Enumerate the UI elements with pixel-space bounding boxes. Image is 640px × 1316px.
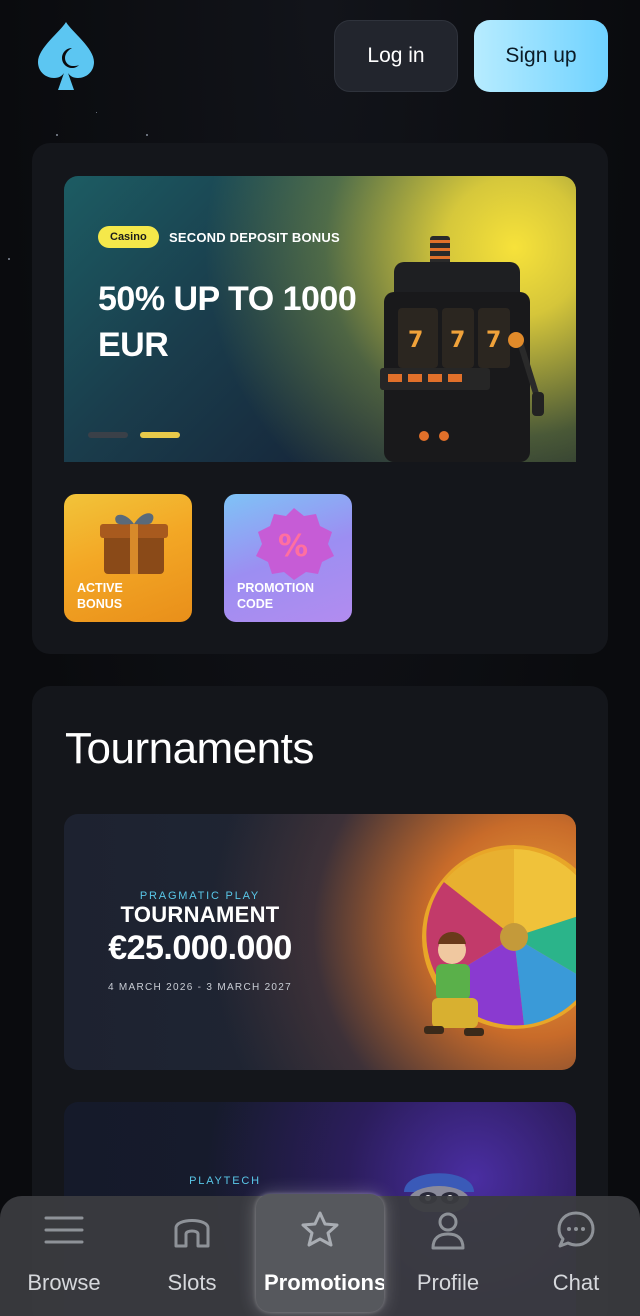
promotions-page: Log in Sign up Casino SECOND DEPOSIT BON… — [0, 0, 640, 1316]
percent-badge-icon: % — [256, 508, 334, 580]
login-button[interactable]: Log in — [334, 20, 458, 92]
category-badge: Casino — [98, 226, 159, 248]
svg-text:7: 7 — [408, 328, 423, 353]
nav-promotions-label: Promotions — [264, 1270, 384, 1295]
promo-title: 50% UP TO 1000 EUR — [98, 280, 357, 364]
tournament-dates: 4 MARCH 2026 - 3 MARCH 2027 — [107, 982, 293, 993]
nav-slots[interactable]: Slots — [128, 1196, 256, 1316]
slot-machine-icon: 7 7 7 — [380, 236, 544, 462]
svg-text:%: % — [278, 529, 308, 564]
svg-text:7: 7 — [450, 328, 465, 353]
gift-box-icon — [100, 513, 168, 574]
promotions-card: Casino SECOND DEPOSIT BONUS 50% UP TO 10… — [32, 143, 608, 654]
star-decoration — [56, 134, 58, 136]
promo-subtitle: SECOND DEPOSIT BONUS — [169, 230, 340, 245]
star-icon — [301, 1211, 339, 1247]
promotion-code-label: PROMOTION CODE — [237, 581, 315, 611]
nav-slots-label: Slots — [167, 1270, 217, 1295]
prize-wheel-icon — [422, 845, 576, 1036]
signup-button[interactable]: Sign up — [474, 20, 608, 92]
nav-browse[interactable]: Browse — [0, 1196, 128, 1316]
tournament-provider: PLAYTECH — [189, 1175, 261, 1187]
tournament-provider: PRAGMATIC PLAY — [139, 890, 261, 902]
nav-promotions[interactable]: Promotions — [256, 1196, 384, 1316]
header: Log in Sign up — [0, 0, 640, 112]
carousel-dot-active[interactable] — [140, 432, 180, 438]
promotion-code-tile[interactable]: % PROMOTION CODE — [224, 494, 352, 622]
star-decoration — [146, 134, 148, 136]
star-decoration — [96, 112, 97, 113]
tournament-prize: €25.000.000 — [108, 929, 292, 967]
menu-icon — [44, 1216, 84, 1244]
promo-banner[interactable]: Casino SECOND DEPOSIT BONUS 50% UP TO 10… — [64, 176, 576, 462]
active-bonus-label: ACTIVE BONUS — [77, 581, 123, 611]
active-bonus-tile[interactable]: ACTIVE BONUS — [64, 494, 192, 622]
star-decoration — [8, 258, 10, 260]
user-icon — [431, 1212, 465, 1250]
nav-profile[interactable]: Profile — [384, 1196, 512, 1316]
nav-chat[interactable]: Chat — [512, 1196, 640, 1316]
tournament-title: TOURNAMENT — [120, 902, 280, 927]
carousel-dot[interactable] — [88, 432, 128, 438]
nav-chat-label: Chat — [552, 1270, 600, 1295]
home-icon — [174, 1219, 210, 1248]
svg-text:7: 7 — [486, 328, 501, 353]
spade-logo-icon[interactable] — [34, 20, 98, 92]
tournament-banner[interactable]: PRAGMATIC PLAY TOURNAMENT €25.000.000 4 … — [64, 814, 576, 1070]
nav-browse-label: Browse — [27, 1270, 101, 1295]
chat-icon — [557, 1211, 595, 1248]
nav-profile-label: Profile — [416, 1270, 480, 1295]
tournaments-heading: Tournaments — [65, 724, 314, 773]
